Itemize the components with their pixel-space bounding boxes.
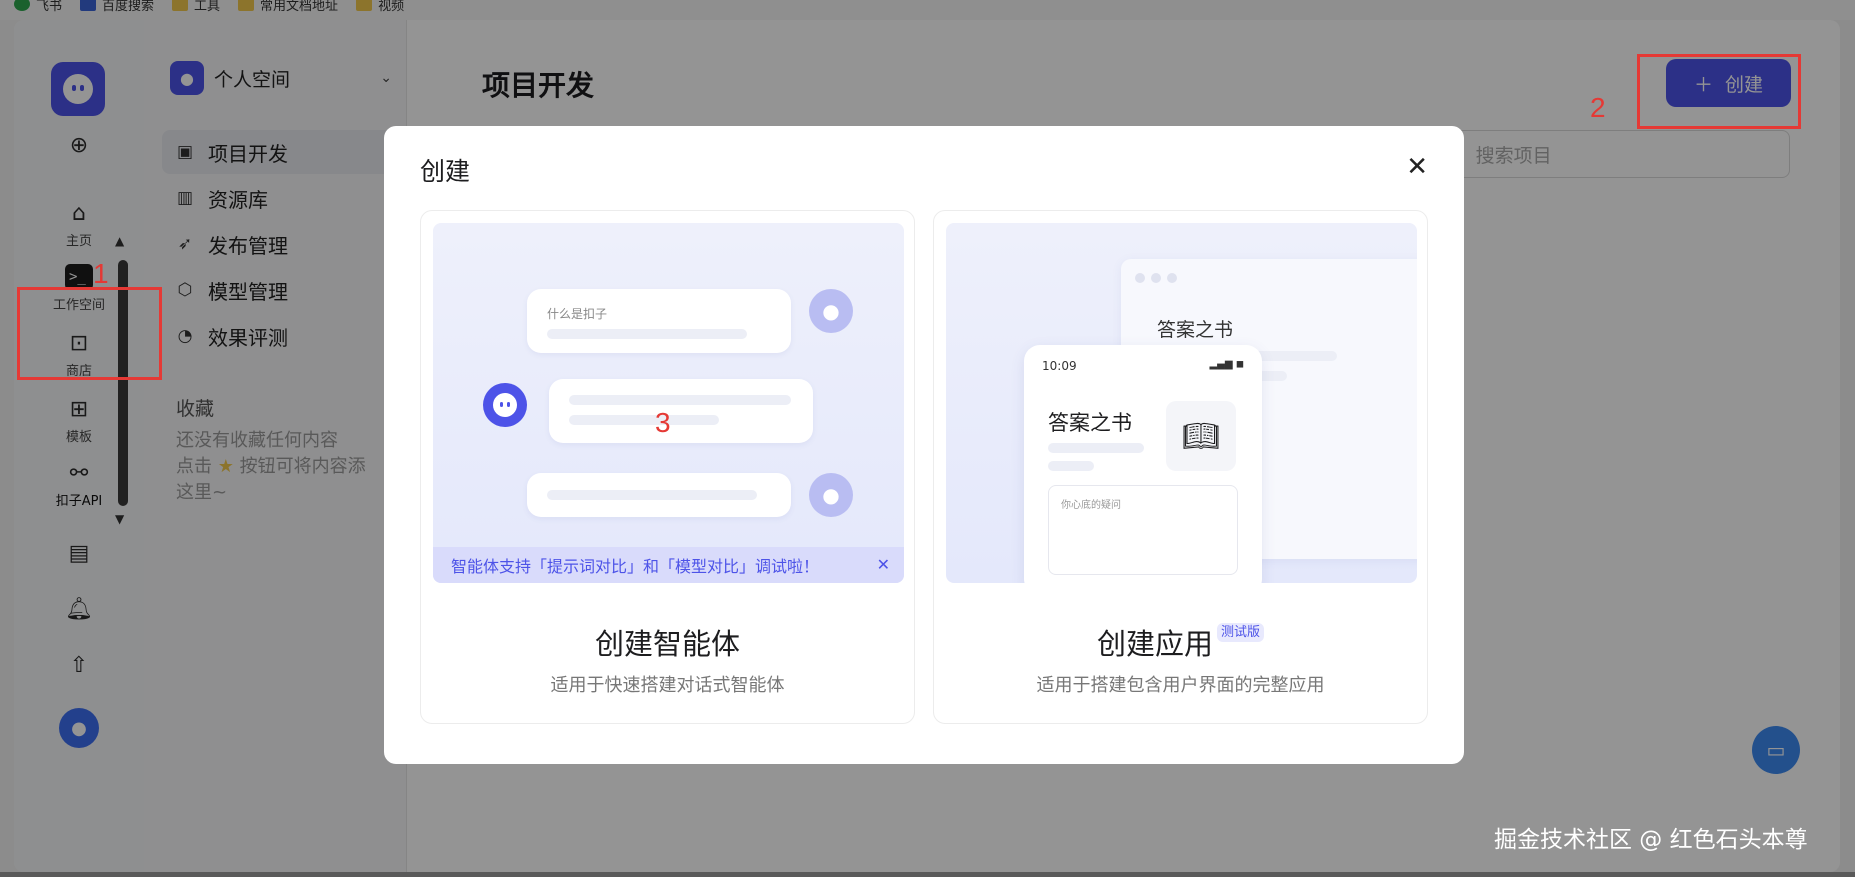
close-icon[interactable]: ✕ [877,555,890,574]
annotation-number-1: 1 [93,258,109,289]
feature-banner: 智能体支持「提示词对比」和「模型对比」调试啦！ ✕ [433,547,904,583]
beta-badge: 测试版 [1217,623,1265,642]
app-preview: 答案之书 10:09 ▂▄▆ ◼ 答案之书 📖︎ 你心底的疑问 [946,223,1417,583]
card-description: 适用于搭建包含用户界面的完整应用 [1036,675,1325,696]
create-modal: 创建 ✕ 什么是扣子 ● 3 ● 智能体支持「提示词对比」和「模型对比」调试啦！… [384,126,1464,764]
phone-mock: 10:09 ▂▄▆ ◼ 答案之书 📖︎ 你心底的疑问 [1024,345,1262,583]
create-app-card[interactable]: 答案之书 10:09 ▂▄▆ ◼ 答案之书 📖︎ 你心底的疑问 创建应用 测试版 … [933,210,1428,724]
annotation-number-3: 3 [655,407,671,438]
watermark: 掘金技术社区 @ 红色石头本尊 [1494,827,1808,853]
book-icon: 📖︎ [1166,401,1236,471]
create-agent-card[interactable]: 什么是扣子 ● 3 ● 智能体支持「提示词对比」和「模型对比」调试啦！ ✕ 创建… [420,210,915,724]
card-description: 适用于快速搭建对话式智能体 [550,675,785,696]
card-title: 创建智能体 [594,627,740,661]
bot-avatar-icon [483,383,527,427]
close-icon[interactable]: ✕ [1406,152,1428,182]
answer-bubble [549,379,813,443]
agent-preview: 什么是扣子 ● 3 ● 智能体支持「提示词对比」和「模型对比」调试啦！ ✕ [433,223,904,583]
question-bubble: 什么是扣子 [527,289,791,353]
card-title: 创建应用 测试版 [934,621,1427,663]
annotation-number-2: 2 [1590,92,1606,123]
annotation-box-1 [17,287,162,380]
signal-icon: ▂▄▆ ◼ [1209,359,1244,370]
user-avatar-icon: ● [809,473,853,517]
question-bubble-2 [527,473,791,517]
question-input-mock: 你心底的疑问 [1048,485,1238,575]
user-avatar-icon: ● [809,289,853,333]
annotation-box-2 [1637,54,1801,129]
modal-title: 创建 [420,157,471,186]
bottom-edge [0,872,1855,877]
